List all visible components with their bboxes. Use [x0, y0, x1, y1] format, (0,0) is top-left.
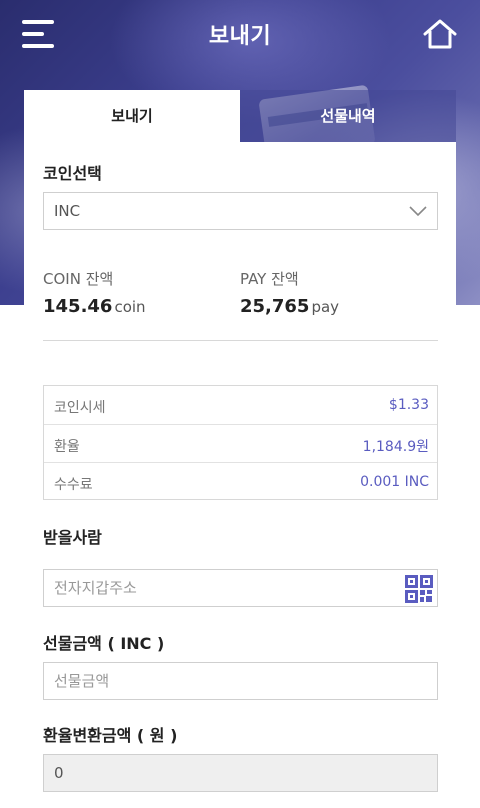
info-value: 0.001 INC: [360, 474, 429, 490]
send-form: 코인선택 INC COIN 잔액 145.46 coin PAY 잔액 25,76…: [24, 142, 456, 808]
tab-gift-history[interactable]: 선물내역: [240, 90, 456, 142]
coin-select[interactable]: INC: [43, 192, 438, 230]
tab-bar: 보내기 선물내역: [24, 90, 456, 142]
gift-amount-label: 선물금액 ( INC ): [43, 634, 165, 653]
converted-amount-field: [43, 754, 438, 792]
info-row-exchange-rate: 환율 1,184.9원: [44, 424, 437, 462]
coin-select-value: INC: [54, 202, 81, 220]
coin-select-label: 코인선택: [43, 164, 102, 183]
rate-info-table: 코인시세 $1.33 환율 1,184.9원 수수료 0.001 INC: [43, 385, 438, 500]
info-key: 환율: [54, 439, 80, 455]
coin-balance-unit: coin: [114, 298, 146, 316]
recipient-label: 받을사람: [43, 528, 102, 547]
info-value: 1,184.9원: [362, 439, 429, 455]
wallet-address-input[interactable]: [43, 569, 438, 607]
coin-balance: 145.46 coin: [43, 296, 146, 317]
pay-balance-label: PAY 잔액: [240, 270, 299, 288]
pay-balance: 25,765 pay: [240, 296, 339, 317]
page-title: 보내기: [208, 24, 272, 49]
top-bar: 보내기: [0, 0, 480, 68]
tab-send[interactable]: 보내기: [24, 90, 240, 142]
info-key: 코인시세: [54, 400, 106, 416]
info-key: 수수료: [54, 477, 93, 493]
info-row-fee: 수수료 0.001 INC: [44, 462, 437, 500]
gift-amount-input[interactable]: [43, 662, 438, 700]
pay-balance-unit: pay: [311, 298, 340, 316]
qr-code-icon[interactable]: [405, 575, 433, 603]
home-icon[interactable]: [422, 18, 458, 50]
converted-amount-label: 환율변환금액 ( 원 ): [43, 726, 178, 745]
divider: [43, 340, 438, 341]
coin-balance-amount: 145.46: [43, 296, 113, 317]
chevron-down-icon: [409, 206, 427, 217]
info-row-coin-price: 코인시세 $1.33: [44, 386, 437, 424]
pay-balance-amount: 25,765: [240, 296, 310, 317]
info-value: $1.33: [388, 397, 429, 413]
coin-balance-label: COIN 잔액: [43, 270, 114, 288]
